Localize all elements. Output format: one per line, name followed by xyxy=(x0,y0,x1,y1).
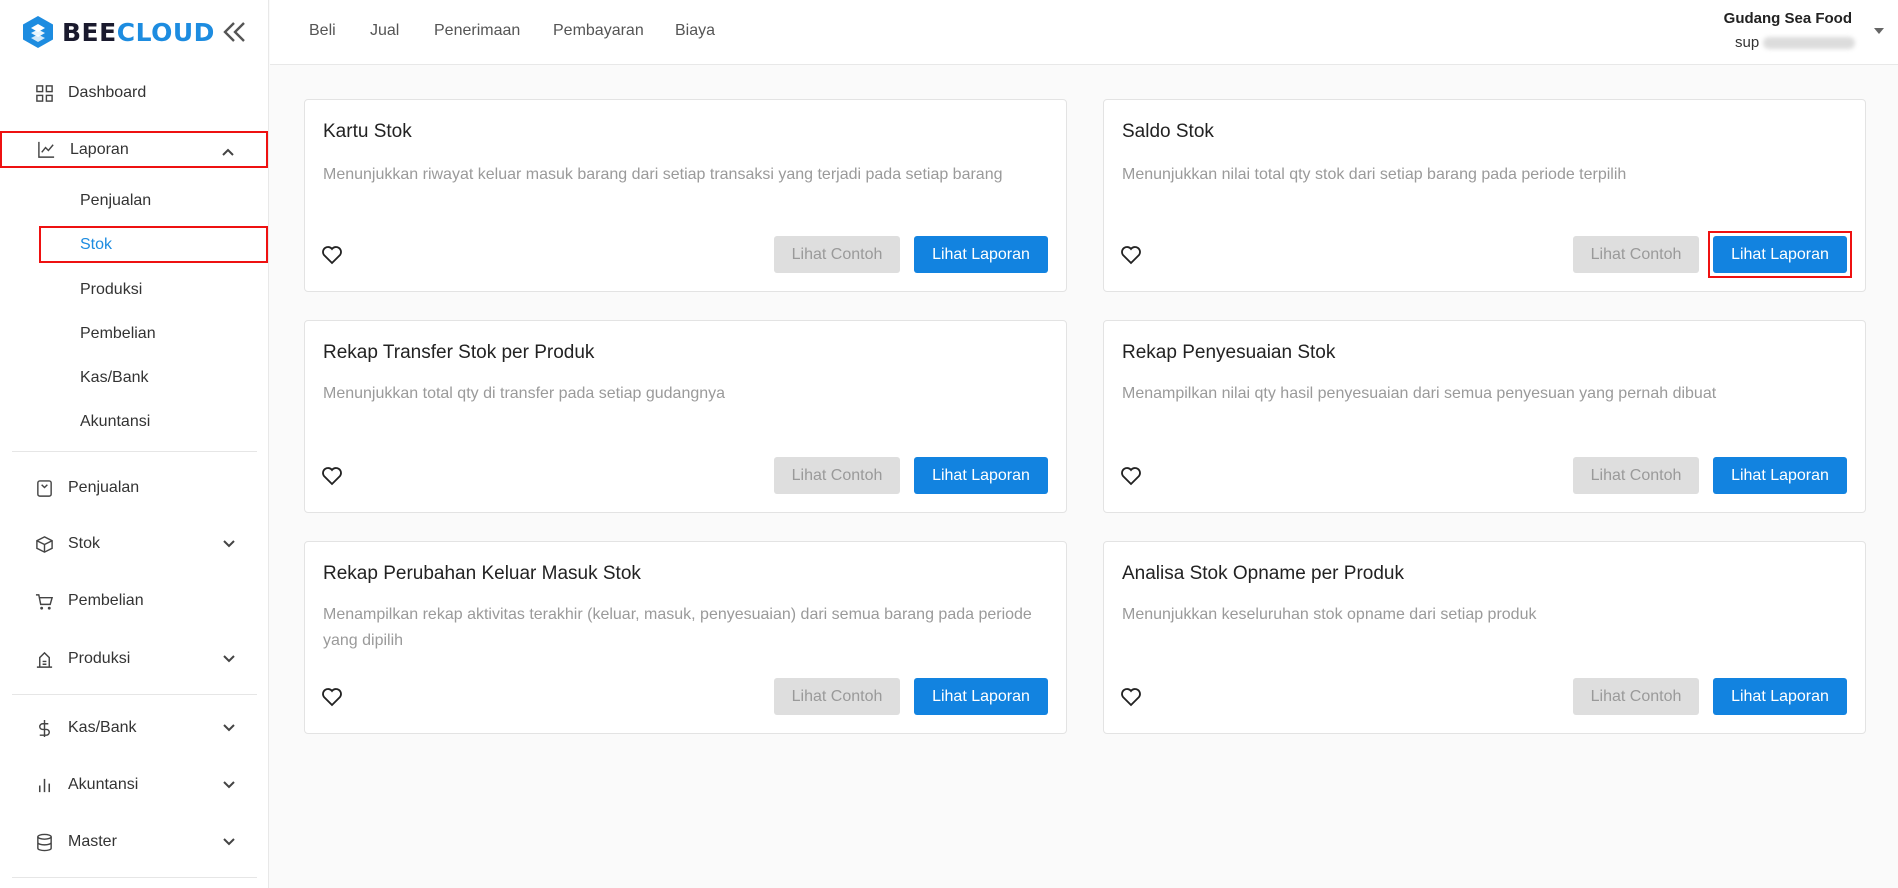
lihat-contoh-button[interactable]: Lihat Contoh xyxy=(1573,236,1699,273)
lihat-laporan-button[interactable]: Lihat Laporan xyxy=(1713,457,1847,494)
heart-icon[interactable] xyxy=(1120,687,1142,707)
sidebar-item-pembelian[interactable]: Pembelian xyxy=(12,581,257,621)
lihat-laporan-button[interactable]: Lihat Laporan xyxy=(1713,678,1847,715)
chevron-down-icon xyxy=(223,838,235,846)
topnav-biaya[interactable]: Biaya xyxy=(675,22,715,40)
topnav-jual[interactable]: Jual xyxy=(370,22,399,40)
lihat-contoh-button[interactable]: Lihat Contoh xyxy=(774,678,900,715)
logo[interactable]: BEECLOUD xyxy=(22,14,215,50)
sidebar-subitem-penjualan[interactable]: Penjualan xyxy=(80,187,151,215)
topbar: Beli Jual Penerimaan Pembayaran Biaya Gu… xyxy=(270,0,1898,65)
card-description: Menunjukkan keseluruhan stok opname dari… xyxy=(1122,606,1537,623)
card-title: Saldo Stok xyxy=(1122,121,1214,142)
report-card-analisa-opname: Analisa Stok Opname per Produk Menunjukk… xyxy=(1103,541,1866,734)
sidebar-item-label: Stok xyxy=(68,535,101,552)
factory-icon xyxy=(34,649,54,669)
sidebar-item-akuntansi[interactable]: Akuntansi xyxy=(12,765,257,805)
card-title: Rekap Transfer Stok per Produk xyxy=(323,342,595,363)
lihat-laporan-button[interactable]: Lihat Laporan xyxy=(914,678,1048,715)
sidebar-item-label: Laporan xyxy=(70,140,129,158)
sidebar-item-label: Produksi xyxy=(68,650,131,667)
lihat-laporan-button[interactable]: Lihat Laporan xyxy=(914,236,1048,273)
card-description: Menunjukkan total qty di transfer pada s… xyxy=(323,385,726,402)
sidebar: BEECLOUD Dashboard Laporan Penjualan Sto… xyxy=(0,0,269,888)
report-card-rekap-transfer: Rekap Transfer Stok per Produk Menunjukk… xyxy=(304,320,1067,513)
topnav-beli[interactable]: Beli xyxy=(309,22,336,40)
card-description: Menampilkan rekap aktivitas terakhir (ke… xyxy=(323,606,1032,649)
sidebar-subitem-kas-bank[interactable]: Kas/Bank xyxy=(80,364,148,392)
card-description: Menampilkan nilai qty hasil penyesuaian … xyxy=(1122,385,1717,402)
lihat-contoh-button[interactable]: Lihat Contoh xyxy=(774,457,900,494)
collapse-sidebar-icon[interactable] xyxy=(222,20,248,44)
sidebar-item-label: Penjualan xyxy=(68,479,140,496)
sidebar-item-penjualan[interactable]: Penjualan xyxy=(12,468,257,508)
sidebar-item-kas-bank[interactable]: Kas/Bank xyxy=(12,708,257,748)
sidebar-item-label: Dashboard xyxy=(68,84,147,101)
sidebar-item-label: Kas/Bank xyxy=(68,719,137,736)
heart-icon[interactable] xyxy=(321,245,343,265)
sidebar-item-stok[interactable]: Stok xyxy=(12,524,257,564)
card-description: Menunjukkan nilai total qty stok dari se… xyxy=(1122,166,1627,183)
box-icon xyxy=(34,534,54,554)
sidebar-item-dashboard[interactable]: Dashboard xyxy=(12,73,257,113)
heart-icon[interactable] xyxy=(1120,466,1142,486)
grid-icon xyxy=(34,83,54,103)
report-card-kartu-stok: Kartu Stok Menunjukkan riwayat keluar ma… xyxy=(304,99,1067,292)
sidebar-item-master[interactable]: Master xyxy=(12,822,257,862)
card-title: Rekap Penyesuaian Stok xyxy=(1122,342,1336,363)
topnav-pembayaran[interactable]: Pembayaran xyxy=(553,22,644,40)
heart-icon[interactable] xyxy=(1120,245,1142,265)
redacted-email-block xyxy=(1763,36,1856,49)
bar-chart-icon xyxy=(34,775,54,795)
heart-icon[interactable] xyxy=(321,687,343,707)
cart-icon xyxy=(34,591,54,611)
sidebar-subitem-stok[interactable]: Stok xyxy=(80,231,112,259)
user-email[interactable]: sup xyxy=(1735,34,1856,51)
card-title: Kartu Stok xyxy=(323,121,412,142)
logo-text: BEECLOUD xyxy=(62,17,215,47)
sidebar-item-label: Akuntansi xyxy=(68,776,139,793)
chevron-down-icon xyxy=(223,781,235,789)
report-card-saldo-stok: Saldo Stok Menunjukkan nilai total qty s… xyxy=(1103,99,1866,292)
lihat-contoh-button[interactable]: Lihat Contoh xyxy=(1573,457,1699,494)
active-subitem-highlight xyxy=(39,226,268,263)
user-menu-caret-icon[interactable] xyxy=(1874,28,1884,34)
lihat-laporan-button[interactable]: Lihat Laporan xyxy=(1713,236,1847,273)
chevron-down-icon xyxy=(223,655,235,663)
chevron-up-icon xyxy=(222,148,234,156)
lihat-laporan-button[interactable]: Lihat Laporan xyxy=(914,457,1048,494)
sidebar-item-laporan[interactable]: Laporan xyxy=(0,131,268,168)
topnav-penerimaan[interactable]: Penerimaan xyxy=(434,22,520,40)
user-email-text: sup xyxy=(1735,34,1760,51)
sidebar-subitem-produksi[interactable]: Produksi xyxy=(80,276,142,304)
line-chart-icon xyxy=(36,140,56,160)
lihat-contoh-button[interactable]: Lihat Contoh xyxy=(774,236,900,273)
sidebar-divider xyxy=(12,877,257,878)
card-description: Menunjukkan riwayat keluar masuk barang … xyxy=(323,166,1003,183)
receipt-icon xyxy=(34,478,54,498)
chevron-down-icon xyxy=(223,540,235,548)
heart-icon[interactable] xyxy=(321,466,343,486)
lihat-contoh-button[interactable]: Lihat Contoh xyxy=(1573,678,1699,715)
dollar-icon xyxy=(34,718,54,738)
sidebar-divider xyxy=(12,694,257,695)
report-card-rekap-penyesuaian: Rekap Penyesuaian Stok Menampilkan nilai… xyxy=(1103,320,1866,513)
sidebar-subitem-akuntansi[interactable]: Akuntansi xyxy=(80,408,150,436)
chevron-down-icon xyxy=(223,724,235,732)
sidebar-subitem-pembelian[interactable]: Pembelian xyxy=(80,320,156,348)
bee-logo-icon xyxy=(23,16,53,48)
report-card-rekap-perubahan: Rekap Perubahan Keluar Masuk Stok Menamp… xyxy=(304,541,1067,734)
sidebar-divider xyxy=(12,451,257,452)
card-title: Analisa Stok Opname per Produk xyxy=(1122,563,1404,584)
sidebar-item-label: Pembelian xyxy=(68,592,144,609)
sidebar-item-produksi[interactable]: Produksi xyxy=(12,639,257,679)
company-name[interactable]: Gudang Sea Food xyxy=(1724,10,1852,27)
card-title: Rekap Perubahan Keluar Masuk Stok xyxy=(323,563,641,584)
sidebar-item-label: Master xyxy=(68,833,117,850)
database-icon xyxy=(34,832,54,852)
